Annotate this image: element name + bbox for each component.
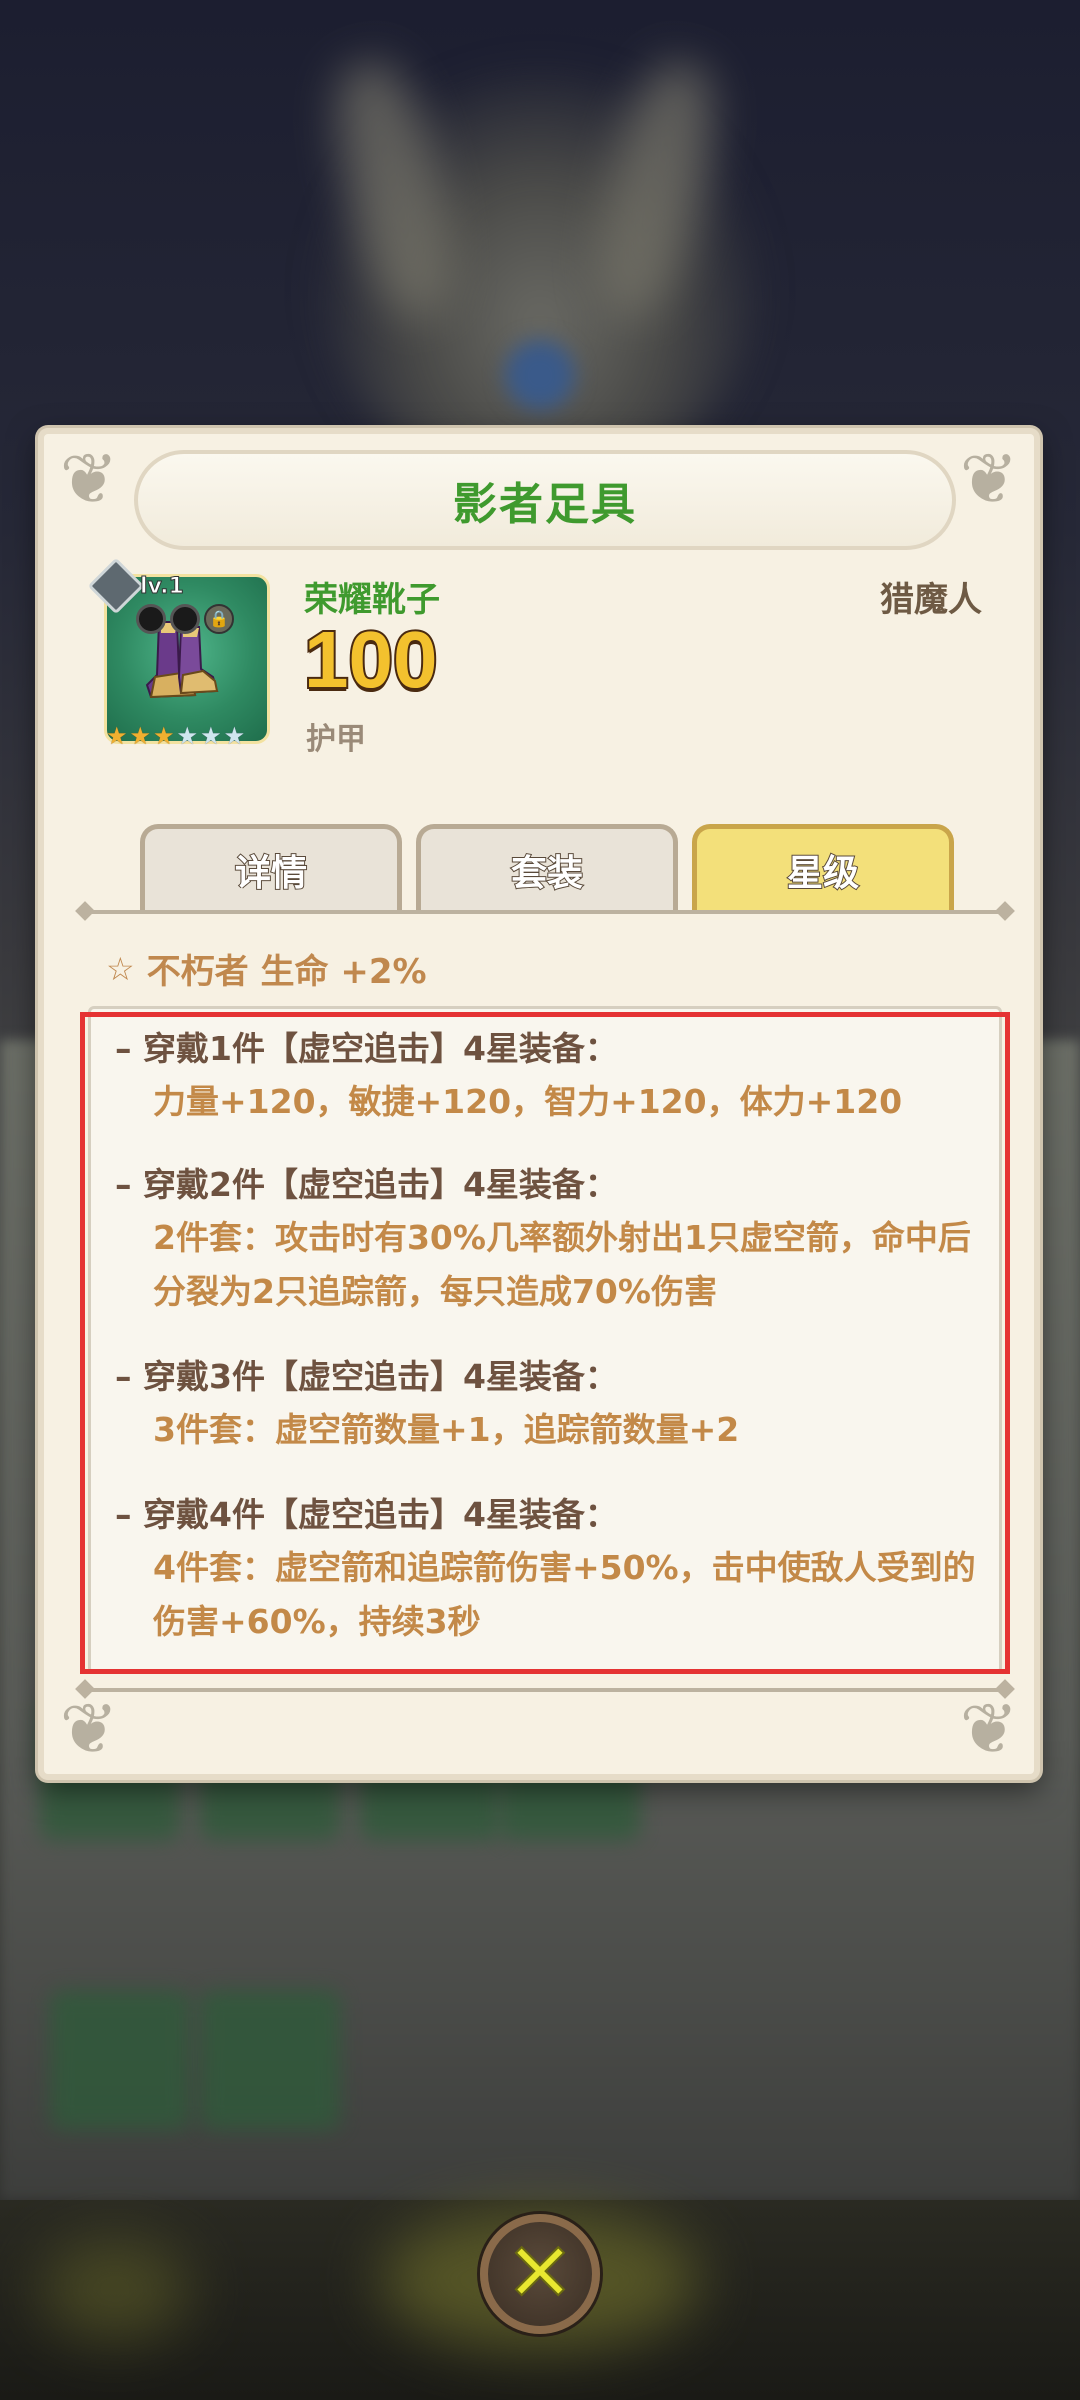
- set-bonus-item: – 穿戴4件【虚空追击】4星装备： 4件套：虚空箭和追踪箭伤害+50%，击中使敌…: [115, 1489, 995, 1649]
- equipment-detail-dialog: ❦ ❦ ❦ ❦ 影者足具 lv.1 🔒 ★ ★ ★ ★ ★ ★ 荣耀靴子 猎魔人…: [38, 428, 1040, 1780]
- corner-ornament-icon: ❦: [59, 438, 119, 520]
- star-filled-icon: ★: [106, 722, 128, 750]
- set-bonus-item: – 穿戴3件【虚空追击】4星装备： 3件套：虚空箭数量+1，追踪箭数量+2: [115, 1351, 995, 1457]
- set-bonus-heading: – 穿戴1件【虚空追击】4星装备：: [115, 1029, 618, 1068]
- tab-details[interactable]: 详情: [140, 824, 402, 910]
- lock-icon: 🔒: [204, 604, 234, 634]
- socket-icon: [170, 604, 200, 634]
- star-outline-icon: ☆: [106, 949, 135, 988]
- star-filled-icon: ★: [153, 722, 175, 750]
- tab-bar: 详情 套装 星级: [140, 824, 954, 910]
- tab-set[interactable]: 套装: [416, 824, 678, 910]
- item-level: lv.1: [140, 574, 185, 600]
- background-tile: [200, 1990, 340, 2130]
- background-gem: [505, 340, 575, 410]
- close-x-icon: ✕: [505, 2226, 576, 2321]
- corner-ornament-icon: ❦: [959, 438, 1019, 520]
- corner-ornament-icon: ❦: [59, 1688, 119, 1770]
- item-stat-value: 100: [302, 613, 439, 706]
- dialog-title-bar: 影者足具: [134, 450, 956, 550]
- tab-divider: [84, 910, 1006, 914]
- passive-bonus-text: 不朽者 生命 +2%: [146, 952, 427, 992]
- background-tile: [50, 1990, 190, 2130]
- set-bonus-item: – 穿戴1件【虚空追击】4星装备： 力量+120，敏捷+120，智力+120，体…: [115, 1023, 995, 1129]
- star-empty-icon: ★: [223, 722, 246, 750]
- close-button[interactable]: ✕: [480, 2214, 600, 2334]
- set-bonus-description: 力量+120，敏捷+120，智力+120，体力+120: [153, 1082, 903, 1121]
- corner-ornament-icon: ❦: [959, 1688, 1019, 1770]
- passive-bonus: ☆ 不朽者 生命 +2%: [106, 944, 427, 993]
- set-bonus-heading: – 穿戴4件【虚空追击】4星装备：: [115, 1495, 618, 1534]
- set-bonus-description: 3件套：虚空箭数量+1，追踪箭数量+2: [153, 1410, 740, 1449]
- set-bonus-item: – 穿戴2件【虚空追击】4星装备： 2件套：攻击时有30%几率额外射出1只虚空箭…: [115, 1159, 995, 1319]
- star-empty-icon: ★: [176, 722, 199, 750]
- dialog-title: 影者足具: [453, 479, 637, 530]
- star-empty-icon: ★: [200, 722, 222, 750]
- item-stat-label: 护甲: [306, 722, 366, 757]
- set-bonus-heading: – 穿戴2件【虚空追击】4星装备：: [115, 1165, 618, 1204]
- set-bonus-description: 4件套：虚空箭和追踪箭伤害+50%，击中使敌人受到的伤害+60%，持续3秒: [153, 1548, 976, 1641]
- tab-star-level[interactable]: 星级: [692, 824, 954, 910]
- set-bonus-list[interactable]: – 穿戴1件【虚空追击】4星装备： 力量+120，敏捷+120，智力+120，体…: [88, 1006, 1002, 1674]
- bottom-divider: [84, 1688, 1006, 1692]
- item-class: 猎魔人: [880, 580, 982, 620]
- star-rating: ★ ★ ★ ★ ★ ★: [106, 724, 245, 748]
- socket-icon: [136, 604, 166, 634]
- set-bonus-description: 2件套：攻击时有30%几率额外射出1只虚空箭，命中后分裂为2只追踪箭，每只造成7…: [153, 1218, 971, 1311]
- set-bonus-heading: – 穿戴3件【虚空追击】4星装备：: [115, 1357, 618, 1396]
- background-glow: [40, 2240, 190, 2340]
- gem-sockets: 🔒: [136, 604, 234, 634]
- star-filled-icon: ★: [129, 722, 152, 750]
